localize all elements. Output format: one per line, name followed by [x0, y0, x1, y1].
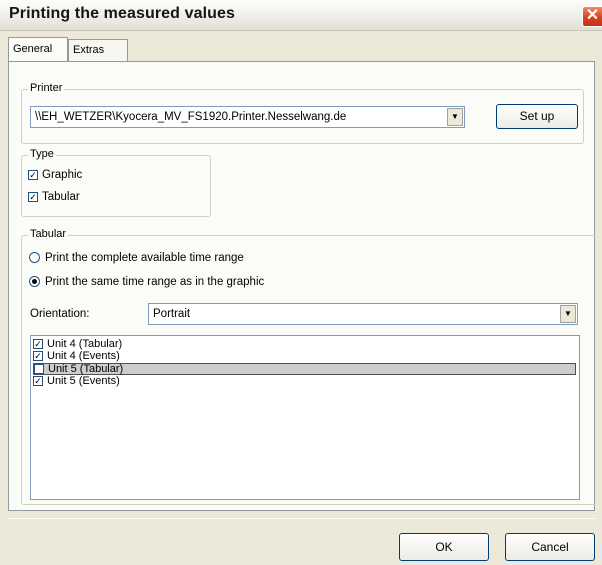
tab-extras[interactable]: Extras [68, 39, 128, 61]
radio-same-range-label: Print the same time range as in the grap… [45, 276, 265, 288]
tab-general[interactable]: General [8, 37, 68, 61]
tabular-checkbox-label: Tabular [42, 191, 80, 203]
list-item-label: Unit 4 (Tabular) [47, 338, 123, 350]
units-list[interactable]: ✓ Unit 4 (Tabular) ✓ Unit 4 (Events) Unit … [30, 335, 580, 500]
title-bar: Printing the measured values ✕ [0, 0, 602, 31]
orientation-label: Orientation: [30, 308, 90, 320]
cancel-button-label: Cancel [531, 540, 569, 554]
checkbox-empty-icon [34, 364, 44, 375]
list-item-label: Unit 5 (Events) [47, 375, 120, 387]
setup-button[interactable]: Set up [496, 104, 578, 129]
ok-button-label: OK [435, 540, 453, 554]
tabular-checkbox[interactable]: ✓ Tabular [28, 191, 80, 203]
list-item[interactable]: ✓ Unit 4 (Events) [33, 351, 120, 362]
list-item-label: Unit 5 (Tabular) [48, 363, 124, 375]
radio-complete-range[interactable]: Print the complete available time range [29, 252, 244, 264]
radio-same-range[interactable]: Print the same time range as in the grap… [29, 276, 264, 288]
tabular-group-label: Tabular [28, 228, 69, 240]
chevron-down-icon[interactable]: ▼ [447, 108, 463, 126]
tab-extras-label: Extras [73, 44, 105, 56]
close-button[interactable]: ✕ [582, 6, 602, 27]
chevron-down-icon[interactable]: ▼ [560, 305, 576, 323]
list-item[interactable]: ✓ Unit 5 (Events) [33, 376, 120, 387]
orientation-select[interactable]: Portrait ▼ [148, 303, 578, 325]
window-title: Printing the measured values [9, 5, 235, 22]
footer-divider [8, 518, 595, 519]
list-item-label: Unit 4 (Events) [47, 350, 120, 362]
checkmark-icon: ✓ [33, 351, 43, 362]
tab-general-label: General [13, 43, 53, 55]
checkmark-icon: ✓ [33, 376, 43, 387]
radio-complete-range-label: Print the complete available time range [45, 252, 244, 264]
checkmark-icon: ✓ [33, 339, 43, 350]
graphic-checkbox-label: Graphic [42, 169, 83, 181]
tabular-group: Tabular Print the complete available tim… [21, 228, 596, 505]
printer-select[interactable]: \\EH_WETZER\Kyocera_MV_FS1920.Printer.Ne… [30, 106, 465, 128]
orientation-select-value: Portrait [153, 308, 191, 320]
general-tab-panel: Printer \\EH_WETZER\Kyocera_MV_FS1920.Pr… [8, 61, 596, 511]
printer-group: Printer \\EH_WETZER\Kyocera_MV_FS1920.Pr… [21, 82, 584, 144]
close-icon: ✕ [585, 7, 600, 24]
cancel-button[interactable]: Cancel [505, 533, 595, 561]
type-group: Type ✓ Graphic ✓ Tabular [21, 148, 211, 217]
radio-unselected-icon [29, 252, 40, 264]
ok-button[interactable]: OK [399, 533, 489, 561]
radio-selected-icon [29, 276, 40, 288]
type-group-label: Type [28, 148, 56, 160]
setup-button-label: Set up [519, 109, 555, 123]
list-item-selected[interactable]: Unit 5 (Tabular) [33, 363, 576, 375]
checkmark-icon: ✓ [28, 191, 38, 202]
graphic-checkbox[interactable]: ✓ Graphic [28, 169, 82, 181]
list-item[interactable]: ✓ Unit 4 (Tabular) [33, 339, 122, 350]
printer-group-label: Printer [28, 82, 65, 94]
checkmark-icon: ✓ [28, 169, 38, 180]
printer-select-value: \\EH_WETZER\Kyocera_MV_FS1920.Printer.Ne… [35, 111, 347, 123]
